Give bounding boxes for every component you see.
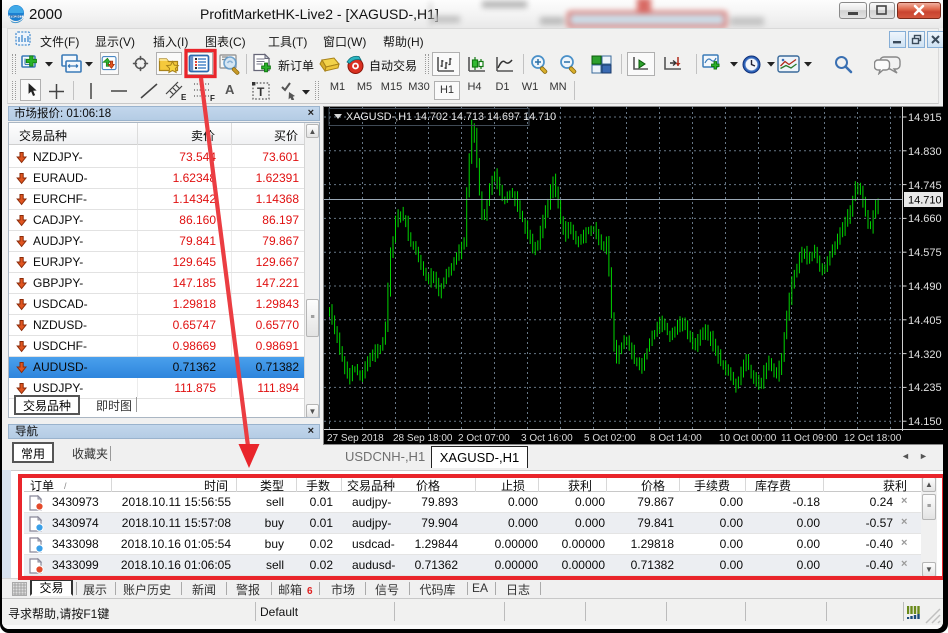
svg-text:2 Oct 07:00: 2 Oct 07:00 — [458, 433, 510, 444]
svg-text:11 Oct 09:00: 11 Oct 09:00 — [781, 433, 838, 444]
svg-text:14.150: 14.150 — [908, 416, 942, 428]
svg-text:E: E — [181, 93, 187, 102]
svg-text:14.660: 14.660 — [908, 213, 942, 225]
svg-text:14.575: 14.575 — [908, 247, 942, 259]
svg-text:5 Oct 02:00: 5 Oct 02:00 — [584, 433, 636, 444]
svg-text:XAGUSD-,H1 14.702 14.713 14.6: XAGUSD-,H1 14.702 14.713 14.697 14.710 — [346, 111, 556, 123]
svg-text:14.405: 14.405 — [908, 315, 942, 327]
svg-text:27 Sep 2018: 27 Sep 2018 — [327, 433, 384, 444]
svg-text:10 Oct 00:00: 10 Oct 00:00 — [719, 433, 777, 444]
svg-text:14.490: 14.490 — [908, 281, 942, 293]
svg-text:F: F — [210, 94, 215, 102]
svg-text:14.830: 14.830 — [908, 146, 942, 158]
svg-text:T: T — [257, 85, 265, 99]
svg-text:14.235: 14.235 — [908, 382, 942, 394]
svg-text:12 Oct 18:00: 12 Oct 18:00 — [844, 433, 902, 444]
svg-text:8 Oct 14:00: 8 Oct 14:00 — [650, 433, 702, 444]
svg-text:14.745: 14.745 — [908, 180, 942, 192]
svg-text:PROFIT: PROFIT — [10, 14, 23, 18]
svg-text:14.320: 14.320 — [908, 349, 942, 361]
svg-text:3 Oct 16:00: 3 Oct 16:00 — [521, 433, 573, 444]
svg-text:14.710: 14.710 — [908, 195, 942, 207]
svg-text:14.915: 14.915 — [908, 112, 942, 124]
svg-text:28 Sep 18:00: 28 Sep 18:00 — [393, 433, 453, 444]
